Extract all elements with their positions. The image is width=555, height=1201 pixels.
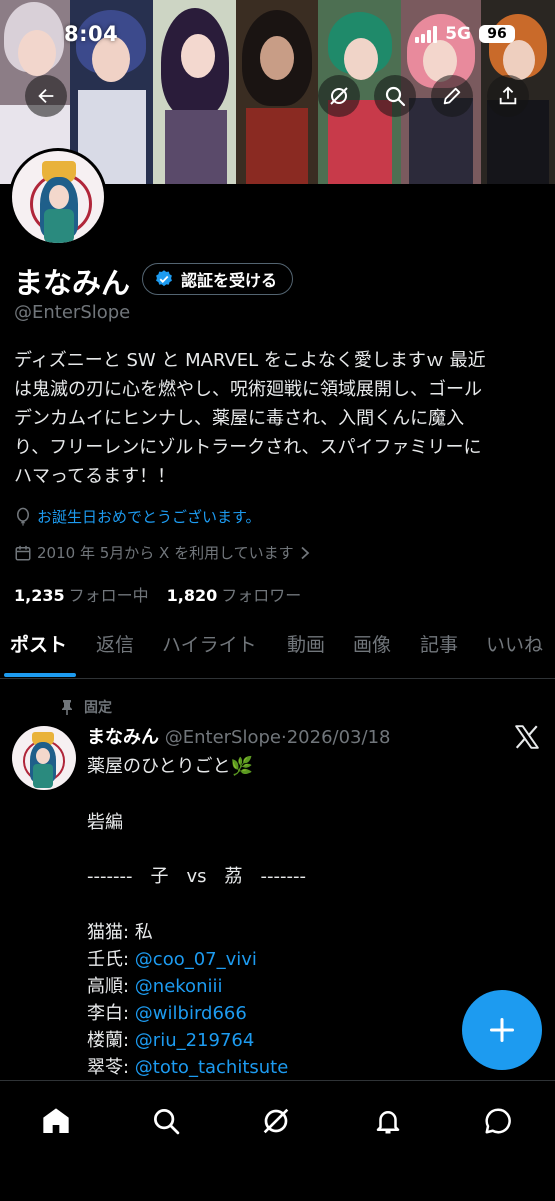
grok-button[interactable] bbox=[318, 75, 360, 117]
edit-button[interactable] bbox=[431, 75, 473, 117]
mention-link[interactable]: @toto_tachitsute bbox=[135, 1057, 289, 1078]
tweet-text-line: ------- 子 vs 茘 ------- bbox=[87, 866, 306, 887]
nav-search[interactable] bbox=[146, 1101, 186, 1141]
signal-icon bbox=[415, 25, 438, 43]
cast-line: 猫猫: 私 bbox=[87, 918, 153, 944]
tab-images[interactable]: 画像 bbox=[353, 630, 391, 657]
cast-role: 李白: bbox=[87, 1003, 135, 1024]
following-label: フォロー中 bbox=[68, 586, 149, 605]
nav-messages[interactable] bbox=[478, 1101, 518, 1141]
tweet-avatar[interactable] bbox=[12, 726, 76, 790]
cast-line: 翠苓: @toto_tachitsute bbox=[87, 1053, 288, 1079]
chevron-right-icon bbox=[301, 546, 309, 559]
cast-role: 猫猫: bbox=[87, 922, 135, 943]
following-link[interactable]: 1,235 フォロー中 bbox=[14, 582, 149, 606]
mention-link[interactable]: @coo_07_vivi bbox=[135, 949, 257, 970]
birthday-text: お誕生日おめでとうございます。 bbox=[37, 508, 261, 526]
banner-photo-3 bbox=[153, 0, 236, 184]
balloon-icon bbox=[17, 507, 29, 526]
active-tab-indicator bbox=[4, 673, 76, 677]
tab-highlights[interactable]: ハイライト bbox=[162, 630, 257, 657]
join-date-text: 2010 年 5月から X を利用しています bbox=[37, 544, 294, 562]
verified-badge-icon bbox=[156, 270, 172, 287]
get-verified-label: 認証を受ける bbox=[181, 271, 278, 290]
tab-replies[interactable]: 返信 bbox=[96, 630, 134, 657]
back-arrow-icon bbox=[38, 88, 54, 104]
search-icon bbox=[385, 86, 406, 107]
battery-level: 96 bbox=[479, 25, 515, 43]
tweet-author-handle[interactable]: @EnterSlope bbox=[165, 727, 281, 748]
back-button[interactable] bbox=[25, 75, 67, 117]
pinned-indicator: 固定 bbox=[60, 697, 112, 717]
birthday-message[interactable]: お誕生日おめでとうございます。 bbox=[14, 506, 261, 527]
cast-role: 壬氏: bbox=[87, 949, 135, 970]
tweet-text-line: 砦編 bbox=[87, 812, 123, 833]
followers-count: 1,820 bbox=[166, 586, 218, 605]
mention-link[interactable]: @nekoniii bbox=[135, 976, 223, 997]
bell-icon bbox=[376, 1111, 400, 1134]
network-type: 5G bbox=[445, 24, 471, 44]
bio-line: デンカムイにヒンナし、薬屋に毒され、入間くんに魔入 bbox=[14, 408, 465, 429]
compose-post-button[interactable] bbox=[462, 990, 542, 1070]
display-name: まなみん bbox=[14, 266, 131, 300]
bio-line: り、フリーレンにゾルトラークされ、スパイファミリーに bbox=[14, 437, 482, 458]
cast-line: 李白: @wilbird666 bbox=[87, 999, 247, 1025]
profile-tabs: ポスト 返信 ハイライト 動画 画像 記事 いいね bbox=[0, 630, 555, 679]
calendar-icon bbox=[15, 545, 31, 560]
followers-label: フォロワー bbox=[221, 586, 302, 605]
cast-role: 翠苓: bbox=[87, 1057, 135, 1078]
grok-icon bbox=[263, 1108, 289, 1134]
tab-posts[interactable]: ポスト bbox=[10, 630, 67, 657]
join-date[interactable]: 2010 年 5月から X を利用しています bbox=[14, 542, 311, 563]
bio-line: ディズニーと SW と MARVEL をこよなく愛しますｗ 最近 bbox=[14, 350, 486, 371]
cast-line: 壬氏: @coo_07_vivi bbox=[87, 945, 257, 971]
get-verified-button[interactable]: 認証を受ける bbox=[142, 263, 294, 295]
cast-role: 高順: bbox=[87, 976, 135, 997]
home-icon bbox=[43, 1108, 69, 1133]
mention-link[interactable]: @riu_219764 bbox=[135, 1030, 255, 1051]
share-icon bbox=[499, 86, 517, 105]
tab-likes[interactable]: いいね bbox=[486, 630, 543, 657]
bio-line: ハマってるます！！ bbox=[14, 466, 176, 487]
search-button[interactable] bbox=[374, 75, 416, 117]
nav-home[interactable] bbox=[36, 1101, 76, 1141]
pinned-label: 固定 bbox=[84, 700, 112, 716]
x-logo-icon[interactable] bbox=[514, 724, 540, 750]
profile-bio: ディズニーと SW と MARVEL をこよなく愛しますｗ 最近 は鬼滅の刃に心… bbox=[14, 346, 546, 491]
plus-icon bbox=[489, 1017, 515, 1043]
tab-videos[interactable]: 動画 bbox=[287, 630, 325, 657]
nav-grok[interactable] bbox=[256, 1101, 296, 1141]
cast-line: 楼蘭: @riu_219764 bbox=[87, 1026, 254, 1052]
pencil-icon bbox=[443, 87, 461, 105]
tweet-date[interactable]: 2026/03/18 bbox=[287, 727, 391, 748]
status-indicators: 5G 96 bbox=[415, 24, 515, 44]
tweet-header: まなみん @EnterSlope·2026/03/18 bbox=[87, 723, 390, 749]
grok-icon bbox=[330, 87, 348, 105]
following-count: 1,235 bbox=[14, 586, 65, 605]
followers-link[interactable]: 1,820 フォロワー bbox=[167, 582, 302, 606]
tweet-author-name[interactable]: まなみん bbox=[87, 727, 159, 748]
messages-icon bbox=[485, 1108, 511, 1134]
cast-name: 私 bbox=[134, 922, 153, 943]
share-button[interactable] bbox=[487, 75, 529, 117]
tweet-text-line: 薬屋のひとりごと🌿 bbox=[87, 756, 253, 777]
cast-line: 高順: @nekoniii bbox=[87, 972, 223, 998]
pin-icon bbox=[62, 700, 72, 715]
profile-avatar[interactable] bbox=[9, 148, 107, 246]
banner-photo-4 bbox=[236, 0, 318, 184]
nav-notifications[interactable] bbox=[368, 1101, 408, 1141]
bio-line: は鬼滅の刃に心を燃やし、呪術廻戦に領域展開し、ゴール bbox=[14, 379, 482, 400]
tab-articles[interactable]: 記事 bbox=[420, 630, 458, 657]
bottom-navigation bbox=[0, 1080, 555, 1201]
follow-stats: 1,235 フォロー中 1,820 フォロワー bbox=[14, 582, 301, 606]
mention-link[interactable]: @wilbird666 bbox=[135, 1003, 247, 1024]
cast-role: 楼蘭: bbox=[87, 1030, 135, 1051]
profile-handle: @EnterSlope bbox=[14, 302, 131, 323]
status-time: 8:04 bbox=[64, 22, 119, 46]
search-icon bbox=[154, 1109, 180, 1135]
